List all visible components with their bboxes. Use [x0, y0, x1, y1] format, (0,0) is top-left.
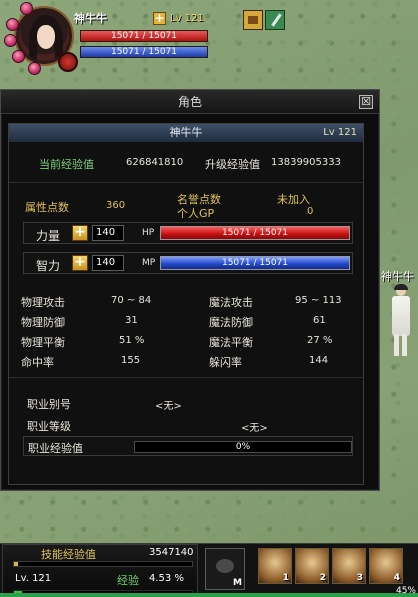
menu-orb-icon[interactable] [4, 34, 17, 47]
skill-slot-3[interactable]: 3 [332, 548, 366, 584]
menu-orb-icon[interactable] [28, 62, 41, 75]
job-level-value: <无> [241, 423, 268, 434]
upgrade-exp-label: 升级经验值 [205, 158, 260, 171]
add-intelligence-button[interactable]: + [72, 255, 88, 271]
strength-value: 140 [92, 225, 124, 241]
job-alias-label: 职业别号 [27, 398, 71, 411]
stats-box: 神牛牛 Lv 121 当前经验值 626841810 升级经验值 1383990… [8, 123, 364, 485]
stat-value: 51 % [119, 335, 145, 346]
job-alias-value: <无> [155, 401, 182, 412]
menu-orb-icon[interactable] [6, 18, 19, 31]
hud-bottom-strip [0, 593, 418, 597]
scroll-buff-icon[interactable] [243, 10, 263, 30]
skill-exp-label: 技能经验值 [41, 548, 96, 561]
hud-level: Lv. 121 [15, 573, 52, 584]
stat-label: 物理防御 [21, 316, 65, 329]
bottom-hud: 技能经验值 3547140 Lv. 121 经验 4.53 % M 1 2 3 … [0, 543, 418, 597]
character-level: Lv 121 [323, 127, 357, 138]
stat-label: 物理攻击 [21, 296, 65, 309]
portrait-face [37, 25, 55, 49]
current-exp-value: 626841810 [126, 157, 184, 168]
panel-title: 角色 [177, 95, 202, 109]
hotkey-label: 1 [282, 573, 289, 583]
player-name: 神牛牛 [74, 12, 107, 25]
hotkey-label: 2 [319, 573, 326, 583]
menu-orb-icon[interactable] [12, 50, 25, 63]
job-exp-label: 职业经验值 [28, 442, 83, 455]
attr-points-value: 360 [106, 200, 126, 211]
mount-icon [216, 559, 234, 573]
exp-panel: 技能经验值 3547140 Lv. 121 经验 4.53 % [2, 544, 198, 597]
stat-label: 躲闪率 [209, 356, 242, 369]
exp-percent: 4.53 % [149, 573, 184, 584]
skill-slot-2[interactable]: 2 [295, 548, 329, 584]
character-panel: 角色 ☒ 神牛牛 Lv 121 当前经验值 626841810 升级经验值 13… [0, 89, 380, 491]
mp-bar-label: MP [142, 258, 156, 268]
menu-orb-icon[interactable] [20, 2, 33, 15]
skill-slot-4[interactable]: 4 [369, 548, 403, 584]
sprite-leg [394, 334, 399, 356]
intelligence-row: 智力 + 140 MP 15071 / 15071 [23, 252, 353, 274]
personal-gp-value: 0 [307, 206, 314, 217]
skill-slot-1[interactable]: 1 [258, 548, 292, 584]
stat-label: 魔法平衡 [209, 336, 253, 349]
divider [9, 182, 363, 183]
job-level-label: 职业等级 [27, 420, 71, 433]
stat-value: 155 [121, 355, 141, 366]
stat-label: 命中率 [21, 356, 54, 369]
job-exp-bar: 0% [134, 441, 352, 453]
hotkey-label: 4 [393, 573, 400, 583]
sprite-hair [394, 284, 408, 290]
mount-hotkey: M [233, 578, 242, 588]
upgrade-exp-value: 13839905333 [271, 157, 341, 168]
attr-points-label: 属性点数 [25, 201, 69, 214]
stat-value: 70 ~ 84 [111, 295, 152, 306]
stat-value: 61 [313, 315, 326, 326]
stat-value: 27 % [307, 335, 333, 346]
character-name: 神牛牛 [169, 126, 203, 139]
fame-points-value: 未加入 [277, 193, 310, 206]
intelligence-label: 智力 [36, 259, 61, 273]
panel-titlebar[interactable]: 角色 ☒ [1, 90, 379, 114]
stat-label: 物理平衡 [21, 336, 65, 349]
close-icon[interactable]: ☒ [359, 95, 373, 109]
strength-row: 力量 + 140 HP 15071 / 15071 [23, 222, 353, 244]
player-level: Lv 121 [170, 13, 204, 24]
stat-label: 魔法攻击 [209, 296, 253, 309]
mp-bar: 15071 / 15071 [80, 46, 208, 58]
skill-exp-fill [14, 562, 18, 566]
divider [9, 377, 363, 378]
stat-value: 95 ~ 113 [295, 295, 342, 306]
stat-label: 魔法防御 [209, 316, 253, 329]
sprite-body [392, 296, 410, 336]
name-bar: 神牛牛 Lv 121 [9, 124, 363, 142]
mp-bar-detail: 15071 / 15071 [160, 256, 350, 270]
personal-gp-label: 个人GP [177, 207, 215, 220]
other-player-sprite[interactable] [388, 284, 414, 360]
guild-badge-icon[interactable] [58, 52, 78, 72]
intelligence-value: 140 [92, 255, 124, 271]
sword-buff-icon[interactable] [265, 10, 285, 30]
hotkey-label: 3 [356, 573, 363, 583]
strength-label: 力量 [36, 229, 61, 243]
sprite-leg [402, 334, 407, 356]
current-exp-label: 当前经验值 [39, 158, 94, 171]
skill-exp-bar [13, 561, 193, 567]
hp-bar: 15071 / 15071 [80, 30, 208, 42]
skill-exp-value: 3547140 [149, 547, 194, 558]
job-exp-row: 职业经验值 0% [23, 436, 353, 456]
player-frame: 神牛牛 + Lv 121 15071 / 15071 15071 / 15071 [0, 0, 220, 80]
add-points-button[interactable]: + [153, 12, 166, 25]
exp-label: 经验 [117, 574, 139, 587]
add-strength-button[interactable]: + [72, 225, 88, 241]
other-player-name: 神牛牛 [381, 270, 414, 283]
mount-slot[interactable]: M [205, 548, 245, 590]
stat-value: 144 [309, 355, 329, 366]
hp-bar-detail: 15071 / 15071 [160, 226, 350, 240]
hp-bar-label: HP [142, 228, 155, 238]
stat-value: 31 [125, 315, 138, 326]
